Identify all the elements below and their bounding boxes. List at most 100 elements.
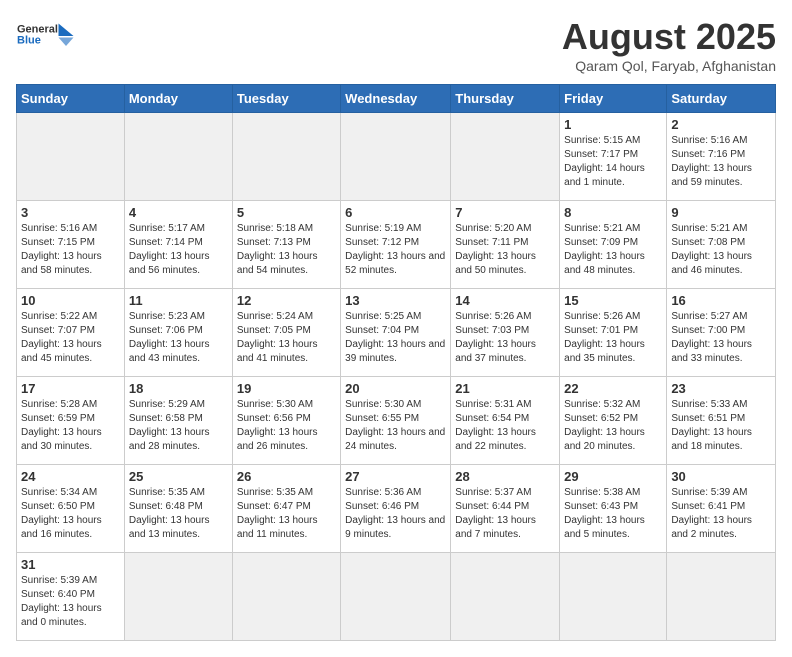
calendar-day-cell: 29Sunrise: 5:38 AM Sunset: 6:43 PM Dayli…	[560, 465, 667, 553]
day-number: 17	[21, 381, 120, 396]
calendar-day-cell: 5Sunrise: 5:18 AM Sunset: 7:13 PM Daylig…	[232, 201, 340, 289]
day-number: 26	[237, 469, 336, 484]
calendar-day-cell: 18 Sunrise: 5:29 AM Sunset: 6:58 PM Dayli…	[124, 377, 232, 465]
page-header: General Blue August 2025 Qaram Qol, Fary…	[16, 16, 776, 74]
calendar-day-cell: 22 Sunrise: 5:32 AM Sunset: 6:52 PM Dayli…	[560, 377, 667, 465]
day-number: 14	[455, 293, 555, 308]
calendar-day-cell: 17 Sunrise: 5:28 AM Sunset: 6:59 PM Dayli…	[17, 377, 125, 465]
day-info: Sunrise: 5:28 AM Sunset: 6:59 PM Dayligh…	[21, 398, 120, 454]
day-number: 3	[21, 205, 120, 220]
day-number: 16	[671, 293, 771, 308]
calendar-day-cell: 1 Sunrise: 5:15 AM Sunset: 7:17 PM Daylig…	[560, 113, 667, 201]
day-info: Sunrise: 5:21 AM Sunset: 7:08 PM Dayligh…	[671, 222, 771, 278]
day-number: 12	[237, 293, 336, 308]
calendar-day-cell: 14 Sunrise: 5:26 AM Sunset: 7:03 PM Dayli…	[451, 289, 560, 377]
calendar-day-cell	[341, 113, 451, 201]
calendar-day-cell: 16Sunrise: 5:27 AM Sunset: 7:00 PM Dayli…	[667, 289, 776, 377]
calendar-day-cell	[451, 553, 560, 641]
month-title: August 2025	[562, 16, 776, 58]
day-number: 18	[129, 381, 228, 396]
calendar-table: SundayMondayTuesdayWednesdayThursdayFrid…	[16, 84, 776, 641]
day-number: 22	[564, 381, 662, 396]
calendar-day-cell: 27 Sunrise: 5:36 AM Sunset: 6:46 PM Dayli…	[341, 465, 451, 553]
calendar-day-cell: 7 Sunrise: 5:20 AM Sunset: 7:11 PM Daylig…	[451, 201, 560, 289]
calendar-day-cell: 20 Sunrise: 5:30 AM Sunset: 6:55 PM Dayli…	[341, 377, 451, 465]
calendar-week-row: 10Sunrise: 5:22 AM Sunset: 7:07 PM Dayli…	[17, 289, 776, 377]
calendar-header-row: SundayMondayTuesdayWednesdayThursdayFrid…	[17, 85, 776, 113]
day-info: Sunrise: 5:23 AM Sunset: 7:06 PM Dayligh…	[129, 310, 228, 366]
calendar-day-cell: 21Sunrise: 5:31 AM Sunset: 6:54 PM Dayli…	[451, 377, 560, 465]
day-number: 9	[671, 205, 771, 220]
calendar-day-cell	[124, 113, 232, 201]
day-number: 25	[129, 469, 228, 484]
day-number: 27	[345, 469, 446, 484]
calendar-day-cell	[232, 553, 340, 641]
calendar-day-cell	[451, 113, 560, 201]
day-info: Sunrise: 5:33 AM Sunset: 6:51 PM Dayligh…	[671, 398, 771, 454]
day-of-week-header: Saturday	[667, 85, 776, 113]
day-number: 31	[21, 557, 120, 572]
calendar-day-cell: 4Sunrise: 5:17 AM Sunset: 7:14 PM Daylig…	[124, 201, 232, 289]
day-of-week-header: Wednesday	[341, 85, 451, 113]
calendar-day-cell: 3 Sunrise: 5:16 AM Sunset: 7:15 PM Daylig…	[17, 201, 125, 289]
calendar-day-cell	[341, 553, 451, 641]
day-number: 21	[455, 381, 555, 396]
calendar-day-cell: 10Sunrise: 5:22 AM Sunset: 7:07 PM Dayli…	[17, 289, 125, 377]
day-info: Sunrise: 5:25 AM Sunset: 7:04 PM Dayligh…	[345, 310, 446, 366]
calendar-day-cell	[124, 553, 232, 641]
day-number: 20	[345, 381, 446, 396]
day-info: Sunrise: 5:37 AM Sunset: 6:44 PM Dayligh…	[455, 486, 555, 542]
day-number: 15	[564, 293, 662, 308]
day-info: Sunrise: 5:16 AM Sunset: 7:16 PM Dayligh…	[671, 134, 771, 190]
day-number: 23	[671, 381, 771, 396]
calendar-week-row: 3 Sunrise: 5:16 AM Sunset: 7:15 PM Daylig…	[17, 201, 776, 289]
calendar-week-row: 1 Sunrise: 5:15 AM Sunset: 7:17 PM Daylig…	[17, 113, 776, 201]
day-of-week-header: Tuesday	[232, 85, 340, 113]
day-number: 30	[671, 469, 771, 484]
day-info: Sunrise: 5:15 AM Sunset: 7:17 PM Dayligh…	[564, 134, 662, 190]
day-number: 1	[564, 117, 662, 132]
day-info: Sunrise: 5:18 AM Sunset: 7:13 PM Dayligh…	[237, 222, 336, 278]
day-number: 7	[455, 205, 555, 220]
day-number: 2	[671, 117, 771, 132]
day-info: Sunrise: 5:30 AM Sunset: 6:55 PM Dayligh…	[345, 398, 446, 454]
day-info: Sunrise: 5:20 AM Sunset: 7:11 PM Dayligh…	[455, 222, 555, 278]
day-number: 29	[564, 469, 662, 484]
calendar-day-cell: 12Sunrise: 5:24 AM Sunset: 7:05 PM Dayli…	[232, 289, 340, 377]
calendar-day-cell: 6Sunrise: 5:19 AM Sunset: 7:12 PM Daylig…	[341, 201, 451, 289]
calendar-day-cell: 24Sunrise: 5:34 AM Sunset: 6:50 PM Dayli…	[17, 465, 125, 553]
day-number: 10	[21, 293, 120, 308]
day-of-week-header: Thursday	[451, 85, 560, 113]
day-info: Sunrise: 5:29 AM Sunset: 6:58 PM Dayligh…	[129, 398, 228, 454]
day-info: Sunrise: 5:26 AM Sunset: 7:03 PM Dayligh…	[455, 310, 555, 366]
calendar-day-cell: 31 Sunrise: 5:39 AM Sunset: 6:40 PM Dayli…	[17, 553, 125, 641]
calendar-day-cell: 19 Sunrise: 5:30 AM Sunset: 6:56 PM Dayli…	[232, 377, 340, 465]
day-info: Sunrise: 5:26 AM Sunset: 7:01 PM Dayligh…	[564, 310, 662, 366]
day-number: 4	[129, 205, 228, 220]
calendar-day-cell: 2 Sunrise: 5:16 AM Sunset: 7:16 PM Daylig…	[667, 113, 776, 201]
day-info: Sunrise: 5:30 AM Sunset: 6:56 PM Dayligh…	[237, 398, 336, 454]
calendar-day-cell	[17, 113, 125, 201]
calendar-day-cell	[560, 553, 667, 641]
title-block: August 2025 Qaram Qol, Faryab, Afghanist…	[562, 16, 776, 74]
day-number: 11	[129, 293, 228, 308]
day-info: Sunrise: 5:39 AM Sunset: 6:40 PM Dayligh…	[21, 574, 120, 630]
day-number: 8	[564, 205, 662, 220]
day-info: Sunrise: 5:16 AM Sunset: 7:15 PM Dayligh…	[21, 222, 120, 278]
svg-text:Blue: Blue	[17, 35, 41, 47]
calendar-day-cell: 26 Sunrise: 5:35 AM Sunset: 6:47 PM Dayli…	[232, 465, 340, 553]
day-info: Sunrise: 5:36 AM Sunset: 6:46 PM Dayligh…	[345, 486, 446, 542]
calendar-day-cell	[667, 553, 776, 641]
calendar-week-row: 24Sunrise: 5:34 AM Sunset: 6:50 PM Dayli…	[17, 465, 776, 553]
logo: General Blue	[16, 16, 76, 61]
calendar-day-cell: 23 Sunrise: 5:33 AM Sunset: 6:51 PM Dayli…	[667, 377, 776, 465]
day-info: Sunrise: 5:35 AM Sunset: 6:47 PM Dayligh…	[237, 486, 336, 542]
day-info: Sunrise: 5:35 AM Sunset: 6:48 PM Dayligh…	[129, 486, 228, 542]
day-number: 19	[237, 381, 336, 396]
calendar-week-row: 31 Sunrise: 5:39 AM Sunset: 6:40 PM Dayli…	[17, 553, 776, 641]
day-of-week-header: Friday	[560, 85, 667, 113]
day-info: Sunrise: 5:32 AM Sunset: 6:52 PM Dayligh…	[564, 398, 662, 454]
calendar-day-cell: 28Sunrise: 5:37 AM Sunset: 6:44 PM Dayli…	[451, 465, 560, 553]
day-info: Sunrise: 5:19 AM Sunset: 7:12 PM Dayligh…	[345, 222, 446, 278]
calendar-day-cell	[232, 113, 340, 201]
